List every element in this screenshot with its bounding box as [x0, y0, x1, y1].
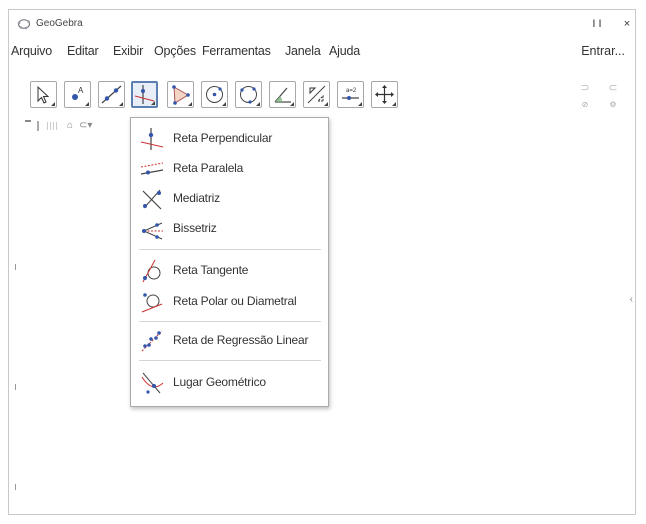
tool-circle-center[interactable] [201, 81, 228, 108]
redo-button[interactable]: ⊂ [605, 81, 621, 94]
polar-line-icon [141, 293, 163, 313]
grid-toggle-icon[interactable] [47, 122, 59, 130]
menu-exibir[interactable]: Exibir [113, 44, 143, 58]
help-icon[interactable]: ⊘ [580, 100, 590, 110]
menu-ferramentas[interactable]: Ferramentas [202, 44, 271, 58]
parallel-line-icon [140, 162, 164, 175]
menu-item-label: Lugar Geométrico [173, 375, 266, 389]
title-bar: GeoGebra I I × [9, 10, 635, 38]
menu-item-reta-paralela[interactable]: Reta Paralela [131, 156, 328, 182]
tool-menu-indicator [324, 102, 328, 106]
tool-polygon[interactable] [167, 81, 194, 108]
canvas-tick [15, 264, 16, 270]
tangent-line-icon [142, 259, 161, 283]
menu-item-bissetriz[interactable]: Bissetriz [131, 216, 328, 242]
tool-angle[interactable] [269, 81, 296, 108]
tool-menu-indicator [119, 102, 123, 106]
tool-group-dropdown: Reta Perpendicular Reta Paralela Mediatr… [130, 117, 329, 407]
menu-separator [139, 321, 321, 322]
menu-item-lugar-geometrico[interactable]: Lugar Geométrico [131, 370, 328, 396]
minimize-button[interactable]: I I [585, 15, 609, 33]
toolbar: A a=2 ⊃ ⊂ ⊘ ⚙ [9, 66, 635, 116]
style-bar-menu-icon[interactable]: ⊂▾ [79, 120, 92, 131]
menu-item-label: Mediatriz [173, 191, 220, 205]
collapse-panel-icon[interactable]: ‹ [630, 294, 633, 305]
pin-icon[interactable] [25, 120, 31, 126]
tool-menu-indicator [51, 102, 55, 106]
sign-in-link[interactable]: Entrar... [581, 44, 625, 58]
tool-point[interactable]: A [64, 81, 91, 108]
tool-slider[interactable]: a=2 [337, 81, 364, 108]
menu-item-label: Reta Paralela [173, 161, 244, 175]
tool-menu-indicator [222, 102, 226, 106]
menu-item-label: Bissetriz [173, 221, 217, 235]
menu-janela[interactable]: Janela [285, 44, 321, 58]
menu-item-label: Reta Polar ou Diametral [173, 294, 297, 308]
menu-item-reta-tangente[interactable]: Reta Tangente [131, 258, 328, 284]
home-icon[interactable]: ⌂ [67, 120, 73, 131]
angle-bisector-icon [142, 222, 163, 240]
tool-menu-indicator [290, 102, 294, 106]
menu-ajuda[interactable]: Ajuda [329, 44, 360, 58]
window-title: GeoGebra [36, 18, 83, 29]
canvas-tick [15, 484, 16, 490]
geogebra-logo-icon [17, 19, 30, 30]
tool-menu-indicator [358, 102, 362, 106]
menu-item-label: Reta Perpendicular [173, 131, 273, 145]
tool-menu-indicator [188, 102, 192, 106]
tool-reflect[interactable] [303, 81, 330, 108]
menu-item-mediatriz[interactable]: Mediatriz [131, 186, 328, 212]
perpendicular-bisector-icon [142, 189, 162, 210]
undo-button[interactable]: ⊃ [577, 81, 593, 94]
menu-item-label: Reta Tangente [173, 263, 249, 277]
tool-menu-indicator [151, 101, 155, 105]
tool-move-graphics-view[interactable] [371, 81, 398, 108]
svg-text:A: A [78, 86, 84, 95]
canvas-tick [15, 384, 16, 390]
menu-opcoes[interactable]: Opções [154, 44, 196, 58]
tool-move[interactable] [30, 81, 57, 108]
svg-text:a=2: a=2 [346, 88, 357, 94]
axes-toggle-icon[interactable] [37, 121, 39, 131]
menu-separator [139, 249, 321, 250]
menu-bar: Arquivo Editar Exibir Opções Ferramentas… [9, 42, 635, 64]
menu-item-reta-perpendicular[interactable]: Reta Perpendicular [131, 126, 328, 152]
menu-item-reta-regressao[interactable]: Reta de Regressão Linear [131, 328, 328, 354]
close-button[interactable]: × [615, 15, 635, 33]
best-fit-line-icon [141, 330, 163, 352]
settings-gear-icon[interactable]: ⚙ [608, 100, 618, 110]
locus-icon [141, 372, 164, 394]
menu-separator [139, 360, 321, 361]
geogebra-window: GeoGebra I I × Arquivo Editar Exibir Opç… [8, 9, 636, 515]
tool-perpendicular-line[interactable] [131, 81, 158, 108]
perpendicular-line-icon [140, 128, 164, 150]
tool-menu-indicator [392, 102, 396, 106]
tool-menu-indicator [85, 102, 89, 106]
menu-item-label: Reta de Regressão Linear [173, 333, 309, 347]
menu-item-reta-polar[interactable]: Reta Polar ou Diametral [131, 289, 328, 315]
menu-editar[interactable]: Editar [67, 44, 99, 58]
tool-circle-three-points[interactable] [235, 81, 262, 108]
menu-arquivo[interactable]: Arquivo [11, 44, 52, 58]
tool-menu-indicator [256, 102, 260, 106]
tool-line[interactable] [98, 81, 125, 108]
